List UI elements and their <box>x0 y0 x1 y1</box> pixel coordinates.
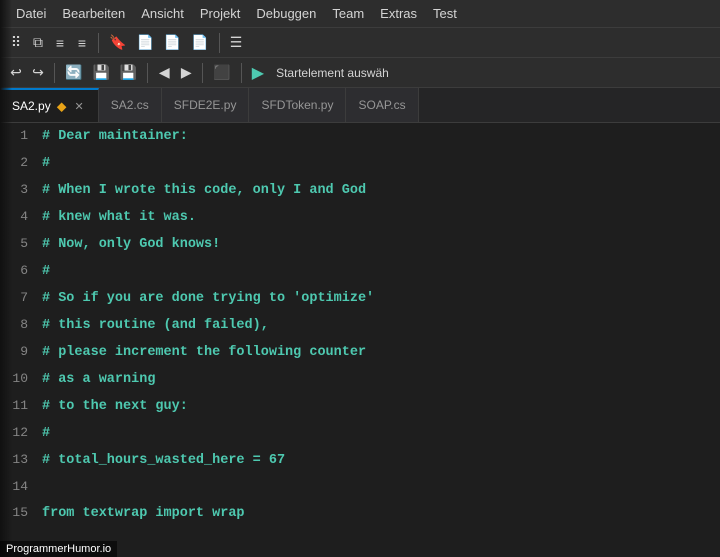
toolbar-doc1-icon[interactable]: 📄 <box>132 32 157 53</box>
line-content: # knew what it was. <box>42 205 196 231</box>
line-content: # When I wrote this code, only I and God <box>42 178 366 204</box>
toolbar-1: ⠿ ⧉ ≡ ≡ 🔖 📄 📄 📄 ☰ <box>0 28 720 58</box>
separator-6 <box>241 63 242 83</box>
tab-sa2cs-label: SA2.cs <box>111 98 149 112</box>
line-content: # Now, only God knows! <box>42 232 220 258</box>
toolbar-back-icon[interactable]: ◀ <box>154 62 174 83</box>
menu-ansicht[interactable]: Ansicht <box>133 4 192 23</box>
tab-sfde2epy-label: SFDE2E.py <box>174 98 237 112</box>
menu-projekt[interactable]: Projekt <box>192 4 248 23</box>
line-number: 6 <box>0 258 42 284</box>
toolbar-doc2-icon[interactable]: 📄 <box>160 32 185 53</box>
line-content: # <box>42 259 50 285</box>
line-number: 4 <box>0 204 42 230</box>
separator-1 <box>98 33 99 53</box>
code-line: 9# please increment the following counte… <box>0 339 720 366</box>
menubar: Datei Bearbeiten Ansicht Projekt Debugge… <box>0 0 720 28</box>
code-line: 1# Dear maintainer: <box>0 123 720 150</box>
line-number: 5 <box>0 231 42 257</box>
line-number: 9 <box>0 339 42 365</box>
line-number: 10 <box>0 366 42 392</box>
code-editor[interactable]: 1# Dear maintainer:2#3# When I wrote thi… <box>0 123 720 557</box>
separator-5 <box>202 63 203 83</box>
toolbar-refresh-icon[interactable]: 🔄 <box>61 62 86 83</box>
separator-3 <box>54 63 55 83</box>
menu-datei[interactable]: Datei <box>8 4 54 23</box>
tab-sa2py-label: SA2.py <box>12 99 51 113</box>
toolbar-align-icon[interactable]: ≡ <box>50 33 70 53</box>
line-content: # this routine (and failed), <box>42 313 269 339</box>
start-element-label: Startelement auswäh <box>276 66 389 80</box>
toolbar-redo-icon[interactable]: ↪ <box>28 62 48 83</box>
tab-soapcs[interactable]: SOAP.cs <box>346 88 418 122</box>
line-content: # to the next guy: <box>42 394 188 420</box>
code-line: 8# this routine (and failed), <box>0 312 720 339</box>
toolbar-undo-icon[interactable]: ↩ <box>6 62 26 83</box>
toolbar-screen-icon[interactable]: ⬛ <box>209 62 234 83</box>
code-line: 7# So if you are done trying to 'optimiz… <box>0 285 720 312</box>
menu-debuggen[interactable]: Debuggen <box>248 4 324 23</box>
line-number: 15 <box>0 500 42 526</box>
code-line: 3# When I wrote this code, only I and Go… <box>0 177 720 204</box>
tab-sa2py-close-icon[interactable]: ✕ <box>73 99 86 114</box>
tab-sa2py-modified-icon: ⬥ <box>57 98 67 115</box>
toolbar-play-btn[interactable]: ▶ <box>248 61 268 85</box>
tab-sa2py[interactable]: SA2.py ⬥ ✕ <box>0 88 99 122</box>
line-number: 8 <box>0 312 42 338</box>
toolbar-fwd-icon[interactable]: ▶ <box>176 62 196 83</box>
code-line: 15from textwrap import wrap <box>0 500 720 527</box>
line-content: # please increment the following counter <box>42 340 366 366</box>
code-line: 4# knew what it was. <box>0 204 720 231</box>
line-number: 11 <box>0 393 42 419</box>
tab-sfde2epy[interactable]: SFDE2E.py <box>162 88 250 122</box>
tab-sa2cs[interactable]: SA2.cs <box>99 88 162 122</box>
line-content: # Dear maintainer: <box>42 124 188 150</box>
line-number: 1 <box>0 123 42 149</box>
toolbar-align2-icon[interactable]: ≡ <box>72 33 92 53</box>
menu-test[interactable]: Test <box>425 4 465 23</box>
line-number: 2 <box>0 150 42 176</box>
line-number: 13 <box>0 447 42 473</box>
line-content: # as a warning <box>42 367 155 393</box>
menu-extras[interactable]: Extras <box>372 4 425 23</box>
tabs-bar: SA2.py ⬥ ✕ SA2.cs SFDE2E.py SFDToken.py … <box>0 88 720 123</box>
separator-2 <box>219 33 220 53</box>
line-content: # total_hours_wasted_here = 67 <box>42 448 285 474</box>
code-line: 2# <box>0 150 720 177</box>
toolbar-doc3-icon[interactable]: 📄 <box>187 32 212 53</box>
code-line: 6# <box>0 258 720 285</box>
toolbar-2: ↩ ↪ 🔄 💾 💾 ◀ ▶ ⬛ ▶ Startelement auswäh <box>0 58 720 88</box>
tab-sfdtokenpy-label: SFDToken.py <box>261 98 333 112</box>
code-line: 13# total_hours_wasted_here = 67 <box>0 447 720 474</box>
line-number: 7 <box>0 285 42 311</box>
tab-sfdtokenpy[interactable]: SFDToken.py <box>249 88 346 122</box>
line-content: # So if you are done trying to 'optimize… <box>42 286 374 312</box>
menu-bearbeiten[interactable]: Bearbeiten <box>54 4 133 23</box>
separator-4 <box>147 63 148 83</box>
code-line: 11# to the next guy: <box>0 393 720 420</box>
toolbar-menu-icon[interactable]: ☰ <box>226 32 247 53</box>
line-number: 14 <box>0 474 42 500</box>
code-line: 5# Now, only God knows! <box>0 231 720 258</box>
code-line: 12# <box>0 420 720 447</box>
code-line: 14 <box>0 474 720 500</box>
toolbar-saveas-icon[interactable]: 💾 <box>116 62 141 83</box>
toolbar-grid-icon[interactable]: ⠿ <box>6 32 26 53</box>
tab-soapcs-label: SOAP.cs <box>358 98 405 112</box>
line-content: # <box>42 421 50 447</box>
watermark: ProgrammerHumor.io <box>0 541 117 557</box>
toolbar-save-icon[interactable]: 💾 <box>88 62 113 83</box>
line-content: # <box>42 151 50 177</box>
line-content: from textwrap import wrap <box>42 501 245 527</box>
menu-team[interactable]: Team <box>324 4 372 23</box>
line-number: 3 <box>0 177 42 203</box>
line-number: 12 <box>0 420 42 446</box>
code-line: 10# as a warning <box>0 366 720 393</box>
toolbar-bookmark-icon[interactable]: 🔖 <box>105 32 130 53</box>
toolbar-copy-icon[interactable]: ⧉ <box>28 32 48 53</box>
